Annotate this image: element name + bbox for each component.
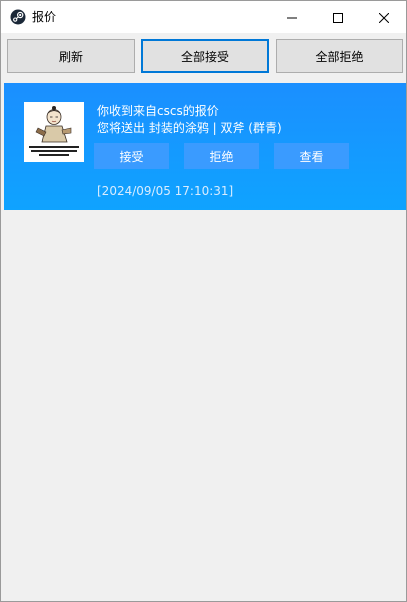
- maximize-icon: [333, 8, 343, 27]
- offer-timestamp: [2024/09/05 17:10:31]: [97, 184, 234, 198]
- close-icon: [378, 8, 390, 27]
- minimize-icon: [287, 8, 297, 27]
- steam-icon: [10, 9, 26, 25]
- item-thumbnail[interactable]: [24, 102, 84, 162]
- item-sticker-image: [24, 102, 84, 162]
- offer-list-area: [4, 210, 406, 601]
- accept-all-button[interactable]: 全部接受: [141, 39, 269, 73]
- title-bar[interactable]: 报价: [1, 1, 406, 33]
- refresh-button[interactable]: 刷新: [7, 39, 135, 73]
- offer-window: 报价 刷新 全部接受 全部拒绝 你收到来自cscs的报价 您将送出 封装的涂鸦 …: [0, 0, 407, 602]
- close-button[interactable]: [361, 1, 406, 33]
- maximize-button[interactable]: [315, 1, 361, 33]
- minimize-button[interactable]: [269, 1, 315, 33]
- accept-offer-button[interactable]: 接受: [94, 143, 169, 169]
- offer-card: 你收到来自cscs的报价 您将送出 封装的涂鸦 | 双斧 (群青) 接受 拒绝 …: [4, 83, 406, 210]
- reject-offer-button[interactable]: 拒绝: [184, 143, 259, 169]
- offer-from-text: 你收到来自cscs的报价: [97, 104, 219, 118]
- offer-items-text: 您将送出 封装的涂鸦 | 双斧 (群青): [97, 121, 282, 135]
- view-offer-button[interactable]: 查看: [274, 143, 349, 169]
- reject-all-button[interactable]: 全部拒绝: [276, 39, 403, 73]
- window-title: 报价: [32, 10, 57, 24]
